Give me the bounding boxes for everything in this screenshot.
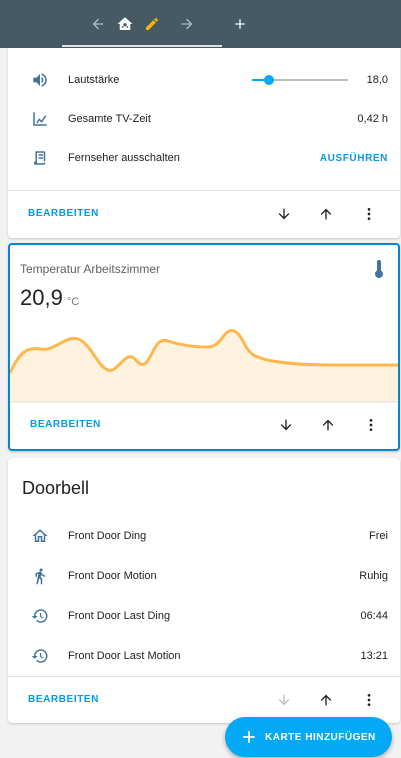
card-title: Doorbell	[22, 478, 90, 498]
entity-label: Gesamte TV-Zeit	[68, 113, 151, 125]
plus-icon[interactable]	[228, 12, 252, 36]
entity-value: 18,0	[366, 74, 388, 86]
home-outline-icon	[29, 525, 51, 547]
run-script-button[interactable]: AUSFÜHREN	[320, 153, 388, 164]
entity-value: 13:21	[360, 650, 388, 662]
card-footer: BEARBEITEN	[10, 402, 398, 448]
entity-label: Front Door Last Ding	[68, 610, 171, 622]
edit-card-button[interactable]: BEARBEITEN	[28, 694, 99, 705]
history-icon	[29, 645, 51, 667]
entity-row-tv-off-script: Fernseher ausschalten AUSFÜHREN	[8, 138, 400, 178]
script-icon	[29, 147, 51, 169]
entity-row-front-door-last-motion: Front Door Last Motion 13:21	[8, 636, 400, 676]
home-assistant-icon[interactable]	[113, 12, 137, 36]
arrow-right-icon[interactable]	[175, 12, 199, 36]
edit-card-button[interactable]: BEARBEITEN	[30, 419, 101, 430]
sensor-value: 20,9	[20, 285, 63, 310]
slider-thumb[interactable]	[264, 75, 274, 85]
more-vertical-icon[interactable]	[357, 202, 381, 226]
entity-value: 06:44	[360, 610, 388, 622]
sensor-name: Temperatur Arbeitszimmer	[20, 262, 161, 276]
volume-icon	[29, 69, 51, 91]
add-card-label: KARTE HINZUFÜGEN	[265, 732, 376, 743]
move-up-icon[interactable]	[316, 413, 340, 437]
edit-card-button[interactable]: BEARBEITEN	[28, 208, 99, 219]
entity-row-tv-time: Gesamte TV-Zeit 0,42 h	[8, 99, 400, 139]
entity-value: Ruhig	[359, 570, 388, 582]
entity-row-front-door-ding: Front Door Ding Frei	[8, 516, 400, 556]
edit-toolbar	[0, 0, 401, 48]
entity-label: Lautstärke	[68, 74, 120, 86]
volume-slider[interactable]	[252, 70, 348, 90]
entity-label: Front Door Last Motion	[68, 650, 181, 662]
entity-value: Frei	[369, 530, 388, 542]
move-down-icon[interactable]	[272, 202, 296, 226]
entity-row-volume: Lautstärke 18,0	[8, 60, 400, 100]
active-view-indicator	[62, 45, 222, 47]
entity-row-front-door-motion: Front Door Motion Ruhig	[8, 556, 400, 596]
walk-icon	[29, 565, 51, 587]
entity-label: Front Door Ding	[68, 530, 147, 542]
arrow-left-icon[interactable]	[86, 12, 110, 36]
move-down-icon[interactable]	[274, 413, 298, 437]
pencil-icon[interactable]	[140, 12, 164, 36]
more-vertical-icon[interactable]	[359, 413, 383, 437]
entity-label: Front Door Motion	[68, 570, 157, 582]
card-footer: BEARBEITEN	[8, 191, 400, 237]
graph-fill	[10, 330, 398, 403]
tv-entities-card: Lautstärke 18,0 Gesamte TV-Zeit 0,42 h F…	[8, 48, 400, 238]
more-vertical-icon[interactable]	[357, 688, 381, 712]
add-card-button[interactable]: KARTE HINZUFÜGEN	[225, 717, 392, 757]
sensor-unit: °C	[66, 296, 80, 308]
thermometer-icon	[372, 259, 386, 279]
doorbell-card: Doorbell Front Door Ding Frei Front Door…	[8, 458, 400, 723]
move-down-icon	[272, 688, 296, 712]
chart-line-icon	[29, 108, 51, 130]
entity-row-front-door-last-ding: Front Door Last Ding 06:44	[8, 596, 400, 636]
move-up-icon[interactable]	[314, 688, 338, 712]
sensor-card[interactable]: Temperatur Arbeitszimmer 20,9 °C BEARBEIT…	[8, 243, 400, 451]
history-icon	[29, 605, 51, 627]
move-up-icon[interactable]	[314, 202, 338, 226]
plus-icon	[239, 727, 259, 747]
entity-label: Fernseher ausschalten	[68, 152, 180, 164]
sensor-history-graph	[10, 329, 398, 403]
entity-value: 0,42 h	[357, 113, 388, 125]
sensor-state: 20,9 °C	[20, 285, 79, 311]
